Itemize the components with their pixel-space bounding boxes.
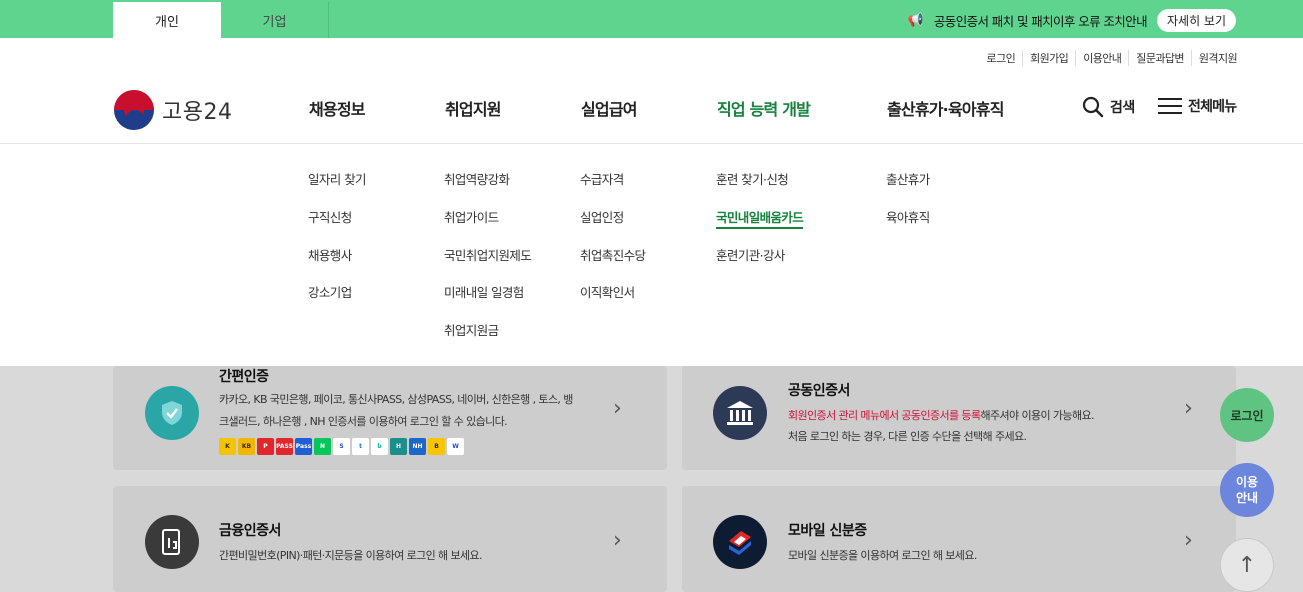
card-desc-highlight: 회원인증서 관리 메뉴에서 공동인증서를 등록: [788, 409, 981, 422]
card-title: 금융인증서: [219, 523, 281, 539]
logo[interactable]: 고용24: [114, 90, 232, 130]
card-desc: 크샐러드, 하나은행 , NH 인증서를 이용하여 로그인 할 수 있습니다.: [219, 415, 508, 428]
notice-more-button[interactable]: 자세히 보기: [1156, 9, 1236, 32]
submenu-tomorrow-card[interactable]: 국민내일배움카드: [716, 207, 804, 229]
toss-icon: t: [352, 438, 369, 455]
float-guide-button[interactable]: 이용 안내: [1220, 463, 1274, 517]
mobile-id-icon: [713, 515, 767, 569]
megaphone-icon: 📢: [907, 13, 924, 28]
float-login-button[interactable]: 로그인: [1220, 388, 1274, 442]
shinhan-icon: S: [333, 438, 350, 455]
util-signup[interactable]: 회원가입: [1022, 50, 1075, 66]
hana-icon: H: [390, 438, 407, 455]
card-title: 공동인증서: [788, 383, 850, 399]
submenu-training-search[interactable]: 훈련 찾기·신청: [716, 169, 789, 188]
auth-provider-icons: K KB P PASS Pass N S t b H NH B W: [219, 438, 464, 455]
all-menu-button[interactable]: 전체메뉴: [1158, 96, 1237, 116]
scroll-top-button[interactable]: ↑: [1220, 538, 1274, 592]
pass-icon: PASS: [276, 438, 293, 455]
notice-text[interactable]: 공동인증서 패치 및 패치이후 오류 조치안내: [934, 11, 1148, 30]
nav-parental-leave[interactable]: 출산휴가·육아휴직: [887, 96, 1004, 120]
nh-icon: NH: [409, 438, 426, 455]
card-title: 간편인증: [219, 369, 269, 385]
card-title: 모바일 신분증: [788, 523, 867, 539]
submenu-unemployment-recognition[interactable]: 실업인정: [580, 207, 624, 226]
woori-icon: W: [447, 438, 464, 455]
card-desc: 간편비밀번호(PIN)·패턴·지문등을 이용하여 로그인 해 보세요.: [219, 549, 483, 562]
document-icon: [145, 515, 199, 569]
notice-banner: 📢 공동인증서 패치 및 패치이후 오류 조치안내 자세히 보기: [908, 9, 1236, 32]
submenu-job-skill[interactable]: 취업역량강화: [444, 169, 510, 188]
chevron-right-icon: ›: [1184, 528, 1193, 553]
submenu-parental-leave[interactable]: 육아휴직: [886, 207, 930, 226]
card-desc: 카카오, KB 국민은행, 페이코, 통신사PASS, 삼성PASS, 네이버,…: [219, 393, 573, 406]
nav-unemployment-benefit[interactable]: 실업급여: [581, 96, 637, 120]
header: 로그인 회원가입 이용안내 질문과답변 원격지원 고용24 채용정보 취업지원 …: [0, 38, 1303, 366]
submenu-future-work-exp[interactable]: 미래내일 일경험: [444, 282, 524, 301]
card-financial-certificate[interactable]: 금융인증서 간편비밀번호(PIN)·패턴·지문등을 이용하여 로그인 해 보세요…: [113, 486, 667, 592]
tab-personal[interactable]: 개인: [113, 2, 221, 38]
card-desc: 회원인증서 관리 메뉴에서 공동인증서를 등록해주셔야 이용이 가능해요.: [788, 409, 1094, 422]
submenu-eligibility[interactable]: 수급자격: [580, 169, 624, 188]
card-desc: 모바일 신분증을 이용하여 로그인 해 보세요.: [788, 549, 977, 562]
chevron-right-icon: ›: [613, 528, 622, 553]
all-menu-label: 전체메뉴: [1188, 99, 1237, 115]
submenu-employment-subsidy[interactable]: 취업지원금: [444, 320, 499, 339]
hamburger-icon: [1158, 98, 1182, 114]
taegeuk-logo-icon: [114, 90, 154, 130]
bank-b-icon: B: [428, 438, 445, 455]
search-label: 검색: [1110, 100, 1135, 116]
submenu-maternity-leave[interactable]: 출산휴가: [886, 169, 930, 188]
banksalad-icon: b: [371, 438, 388, 455]
util-remote[interactable]: 원격지원: [1190, 50, 1238, 66]
naver-icon: N: [314, 438, 331, 455]
submenu-job-search[interactable]: 일자리 찾기: [308, 169, 366, 188]
nav-recruit[interactable]: 채용정보: [309, 96, 365, 120]
util-login[interactable]: 로그인: [980, 50, 1023, 66]
submenu-training-institution[interactable]: 훈련기관·강사: [716, 245, 785, 264]
header-divider: [0, 143, 1303, 144]
submenu-separation-confirm[interactable]: 이직확인서: [580, 282, 635, 301]
submenu-small-giant[interactable]: 강소기업: [308, 282, 352, 301]
top-bar: 개인 기업 📢 공동인증서 패치 및 패치이후 오류 조치안내 자세히 보기: [0, 0, 1303, 38]
logo-text: 고용24: [162, 100, 233, 125]
submenu-national-employment[interactable]: 국민취업지원제도: [444, 245, 532, 264]
submenu-recruit-event[interactable]: 채용행사: [308, 245, 352, 264]
card-simple-auth[interactable]: 간편인증 카카오, KB 국민은행, 페이코, 통신사PASS, 삼성PASS,…: [113, 366, 667, 470]
card-joint-certificate[interactable]: 공동인증서 회원인증서 관리 메뉴에서 공동인증서를 등록해주셔야 이용이 가능…: [682, 366, 1236, 470]
submenu-promotion-allowance[interactable]: 취업촉진수당: [580, 245, 646, 264]
util-guide[interactable]: 이용안내: [1075, 50, 1128, 66]
shield-check-icon: [145, 386, 199, 440]
bank-building-icon: [713, 386, 767, 440]
samsung-pass-icon: Pass: [295, 438, 312, 455]
card-mobile-id[interactable]: 모바일 신분증 모바일 신분증을 이용하여 로그인 해 보세요. ›: [682, 486, 1236, 592]
util-qna[interactable]: 질문과답변: [1128, 50, 1191, 66]
submenu-job-guide[interactable]: 취업가이드: [444, 207, 499, 226]
card-desc: 처음 로그인 하는 경우, 다른 인증 수단을 선택해 주세요.: [788, 430, 1027, 443]
nav-vocational-training[interactable]: 직업 능력 개발: [717, 96, 811, 120]
search-button[interactable]: 검색: [1082, 96, 1135, 118]
utility-links: 로그인 회원가입 이용안내 질문과답변 원격지원: [980, 50, 1238, 66]
kakao-icon: K: [219, 438, 236, 455]
submenu-job-application[interactable]: 구직신청: [308, 207, 352, 226]
payco-icon: P: [257, 438, 274, 455]
chevron-right-icon: ›: [613, 396, 622, 421]
kb-icon: KB: [238, 438, 255, 455]
tab-business[interactable]: 기업: [221, 2, 329, 38]
search-icon: [1082, 96, 1104, 118]
nav-employment-support[interactable]: 취업지원: [445, 96, 501, 120]
chevron-right-icon: ›: [1184, 396, 1193, 421]
